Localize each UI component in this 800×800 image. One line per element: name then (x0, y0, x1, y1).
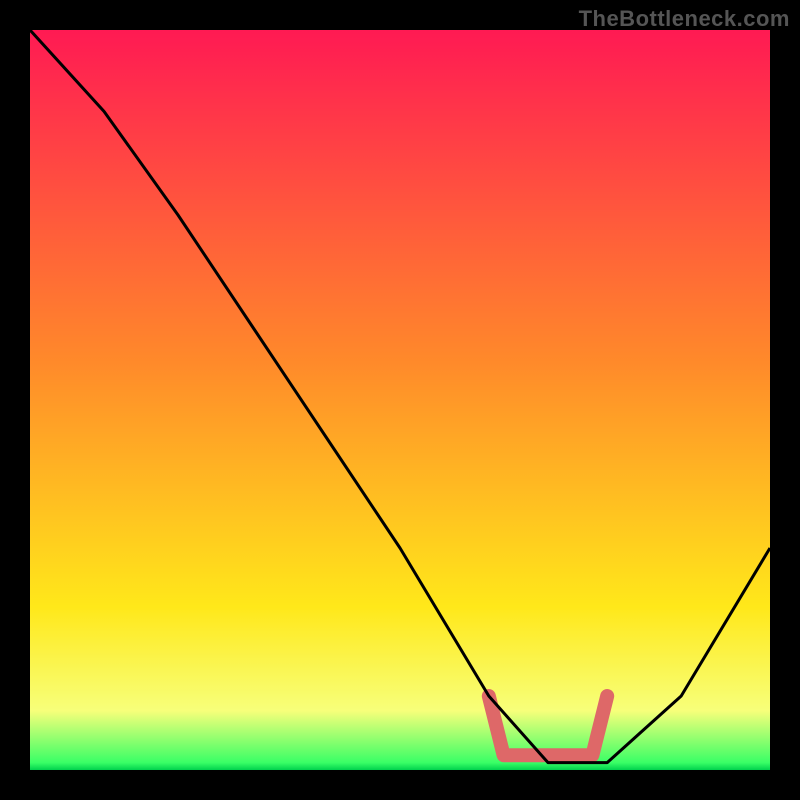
gradient-background (30, 30, 770, 770)
chart-svg (30, 30, 770, 770)
chart-container: TheBottleneck.com (0, 0, 800, 800)
watermark-label: TheBottleneck.com (579, 6, 790, 32)
plot-area (30, 30, 770, 770)
